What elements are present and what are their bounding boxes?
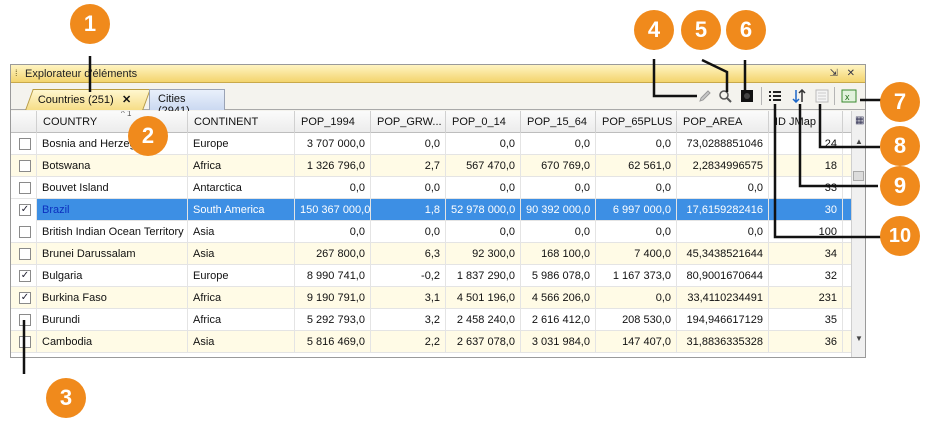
callout-9: 9 <box>880 166 920 206</box>
callout-lines <box>22 56 883 374</box>
callout-2: 2 <box>128 116 168 156</box>
callout-7: 7 <box>880 82 920 122</box>
callout-8: 8 <box>880 126 920 166</box>
callout-10: 10 <box>880 216 920 256</box>
callout-6: 6 <box>726 10 766 50</box>
callout-5: 5 <box>681 10 721 50</box>
callout-3: 3 <box>46 378 86 418</box>
callout-1: 1 <box>70 4 110 44</box>
callout-4: 4 <box>634 10 674 50</box>
